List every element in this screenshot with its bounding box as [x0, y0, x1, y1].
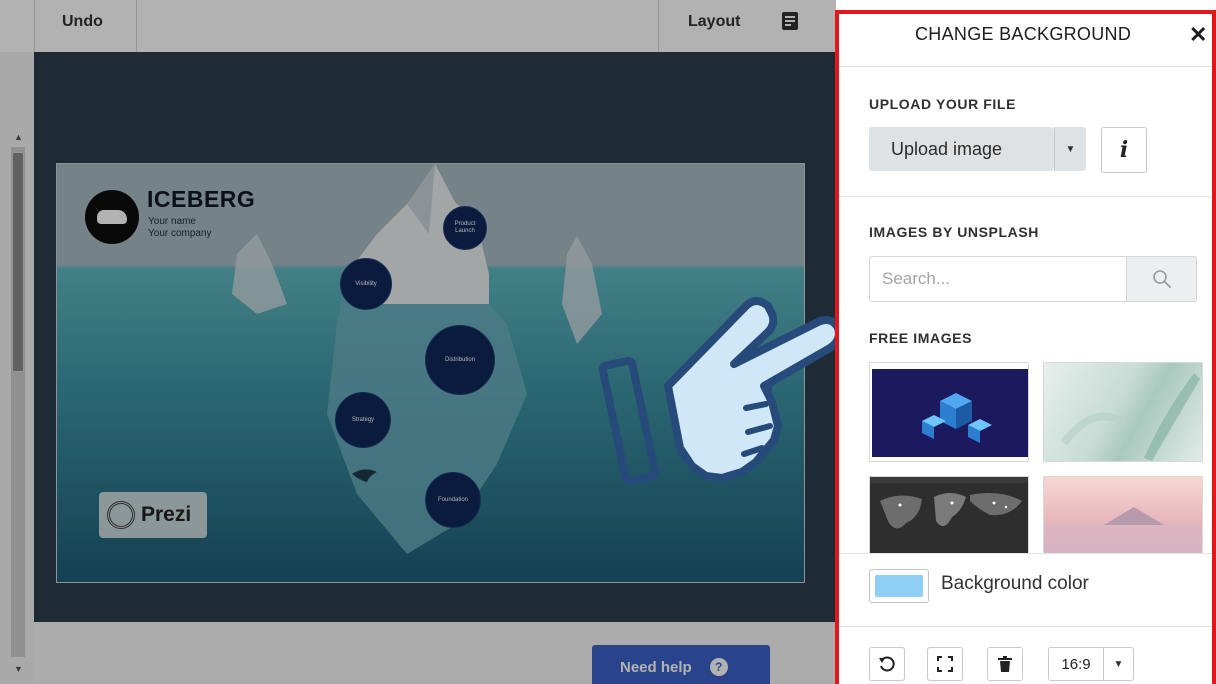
change-background-panel: CHANGE BACKGROUND ✕ UPLOAD YOUR FILE Upl… — [835, 10, 1216, 684]
pointing-hand-icon — [598, 297, 836, 486]
aspect-ratio-button[interactable]: 16:9 — [1048, 647, 1104, 681]
panel-divider — [839, 196, 1212, 197]
world-map-lights-image — [870, 483, 1028, 553]
free-image-thumbnail[interactable] — [1043, 476, 1203, 554]
delete-button[interactable] — [987, 647, 1023, 681]
panel-divider — [839, 553, 1212, 554]
free-images-section-label: FREE IMAGES — [869, 330, 973, 346]
upload-image-button[interactable]: Upload image — [869, 127, 1054, 171]
pink-sunset-mountain-image — [1044, 507, 1202, 553]
editor-area: Undo Layout ▲ ▼ ICEBERG Your name Your c… — [0, 0, 836, 684]
chevron-down-icon: ▼ — [1065, 143, 1076, 155]
upload-dropdown-caret[interactable]: ▼ — [1054, 127, 1086, 171]
fullscreen-button[interactable] — [927, 647, 963, 681]
background-color-swatch[interactable] — [869, 569, 929, 603]
isometric-servers-image — [872, 369, 1028, 457]
close-icon[interactable]: ✕ — [1189, 22, 1207, 48]
info-button[interactable]: i — [1101, 127, 1147, 173]
search-icon — [1152, 270, 1171, 288]
panel-title: CHANGE BACKGROUND — [915, 24, 1132, 44]
unsplash-search-input[interactable] — [869, 256, 1127, 302]
free-image-thumbnail[interactable] — [869, 476, 1029, 554]
chevron-down-icon: ▼ — [1113, 658, 1124, 670]
frosted-leaf-image — [1060, 373, 1200, 461]
color-fill — [875, 575, 923, 597]
fullscreen-icon — [937, 656, 953, 672]
search-button[interactable] — [1127, 256, 1197, 302]
unsplash-section-label: IMAGES BY UNSPLASH — [869, 224, 1040, 240]
free-image-thumbnail[interactable] — [1043, 362, 1203, 462]
background-color-label[interactable]: Background color — [941, 573, 1089, 595]
panel-divider — [839, 66, 1212, 67]
trash-icon — [998, 656, 1012, 672]
free-image-thumbnail[interactable] — [869, 362, 1029, 462]
reset-button[interactable] — [869, 647, 905, 681]
aspect-ratio-dropdown[interactable]: ▼ — [1104, 647, 1134, 681]
panel-divider — [839, 626, 1212, 627]
rotate-icon — [879, 656, 895, 672]
upload-section-label: UPLOAD YOUR FILE — [869, 96, 1017, 112]
